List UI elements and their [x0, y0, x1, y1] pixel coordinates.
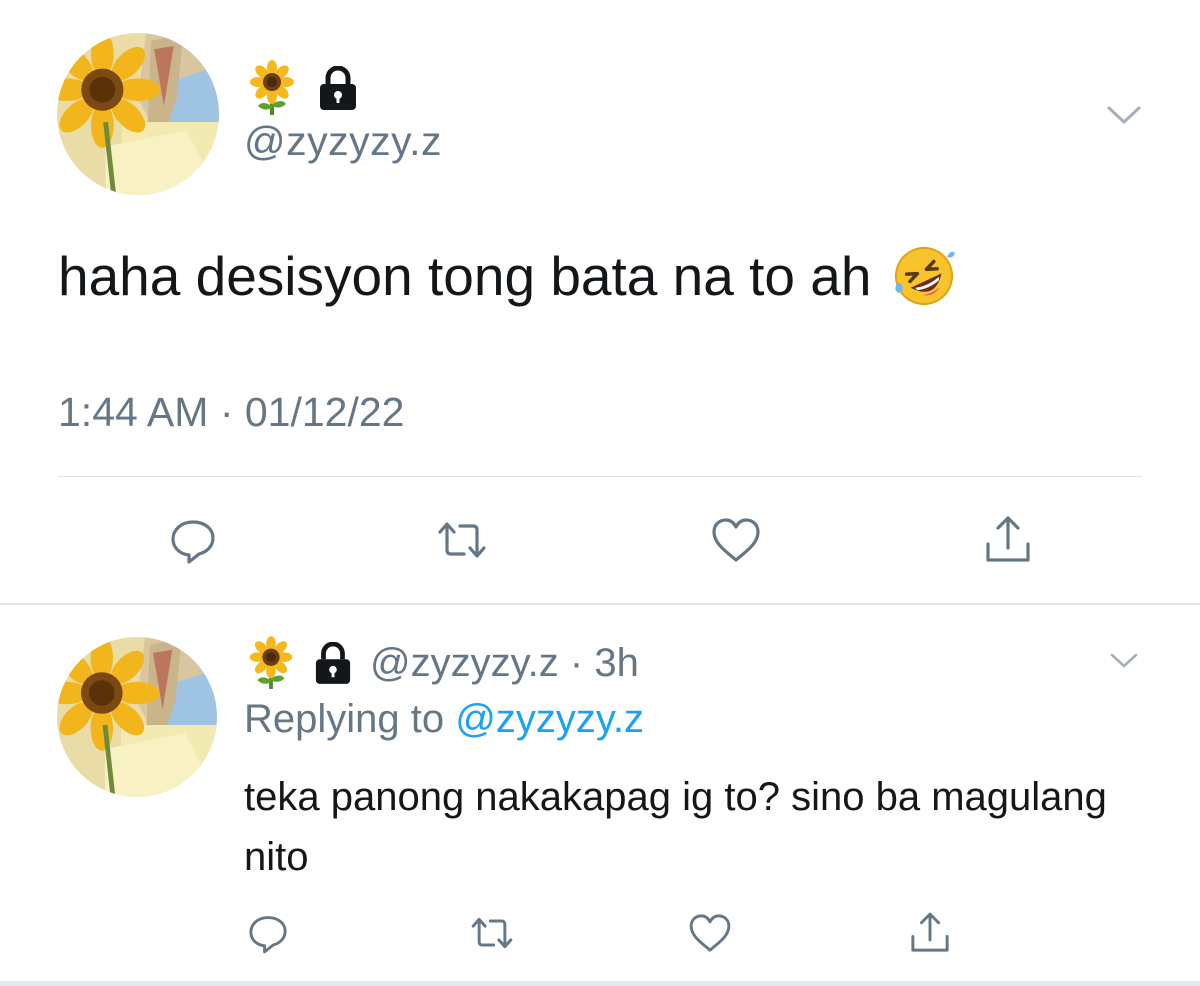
meta-separator: ·: [569, 640, 584, 685]
retweet-icon: [432, 512, 492, 568]
replying-to: Replying to @zyzyzy.z: [244, 697, 644, 742]
retweet-icon: [466, 909, 518, 957]
replying-to-label: Replying to: [244, 697, 445, 741]
reply-button[interactable]: [240, 905, 296, 961]
like-button[interactable]: [682, 905, 738, 961]
like-icon: [707, 512, 765, 568]
reply-meta: @zyzyzy.z · 3h: [370, 641, 639, 686]
like-icon: [685, 909, 735, 957]
share-button[interactable]: [978, 510, 1038, 570]
divider: [58, 476, 1142, 477]
lock-icon: [314, 642, 352, 684]
reply-tweet[interactable]: @zyzyzy.z · 3h Replying to @zyzyzy.z tek…: [0, 605, 1200, 986]
share-icon: [906, 909, 954, 957]
reply-button[interactable]: [163, 510, 223, 570]
chevron-down-icon[interactable]: [1105, 100, 1143, 130]
avatar[interactable]: [57, 33, 219, 195]
tweet-actions: [0, 510, 1200, 570]
main-tweet: @zyzyzy.z haha desisyon tong bata na to …: [0, 0, 1200, 605]
share-button[interactable]: [902, 905, 958, 961]
tweet-text-content: haha desisyon tong bata na to ah: [58, 245, 872, 307]
reply-icon: [165, 512, 221, 568]
tweet-thread: @zyzyzy.z haha desisyon tong bata na to …: [0, 0, 1200, 986]
lock-icon: [318, 66, 358, 110]
rolling-on-floor-laughing-icon: [891, 243, 957, 309]
retweet-button[interactable]: [432, 510, 492, 570]
tweet-time-ago[interactable]: 3h: [594, 641, 639, 685]
tweet-timestamp[interactable]: 1:44 AM · 01/12/22: [58, 389, 404, 436]
divider: [0, 981, 1200, 986]
display-name: [246, 60, 358, 116]
like-button[interactable]: [706, 510, 766, 570]
sunflower-icon: [246, 636, 296, 690]
sunflower-icon: [246, 60, 298, 116]
avatar[interactable]: [57, 637, 217, 797]
retweet-button[interactable]: [464, 905, 520, 961]
share-icon: [980, 512, 1036, 568]
reply-header: @zyzyzy.z · 3h: [246, 635, 639, 691]
tweet-text: haha desisyon tong bata na to ah: [58, 243, 957, 309]
replying-to-mention-link[interactable]: @zyzyzy.z: [455, 697, 644, 741]
reply-icon: [244, 909, 292, 957]
tweet-text: teka panong nakakapag ig to? sino ba mag…: [244, 775, 1107, 879]
chevron-down-icon[interactable]: [1109, 649, 1139, 673]
user-handle[interactable]: @zyzyzy.z: [244, 118, 442, 165]
tweet-actions: [0, 905, 1200, 961]
user-handle[interactable]: @zyzyzy.z: [370, 641, 559, 685]
